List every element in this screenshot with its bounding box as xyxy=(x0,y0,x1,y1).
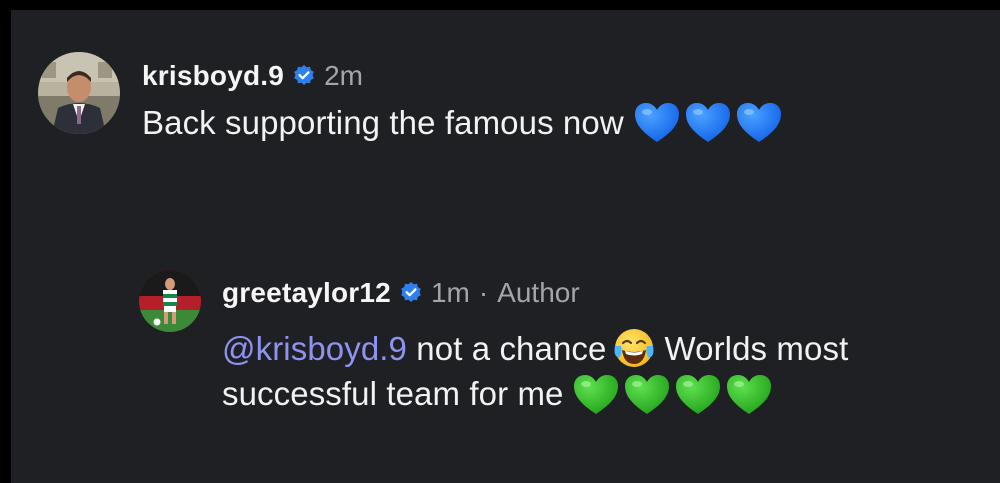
separator-dot: · xyxy=(478,277,489,308)
green-heart-icon xyxy=(625,374,670,414)
screenshot-frame: krisboyd.9 2m Back supporting the famous… xyxy=(11,10,1000,483)
comment-text: Back supporting the famous now xyxy=(142,102,962,146)
comment-meta: krisboyd.9 2m xyxy=(142,58,363,94)
avatar-image xyxy=(139,270,201,332)
author-label: Author xyxy=(497,277,580,308)
verified-badge-icon xyxy=(399,281,423,305)
comment-text: @krisboyd.9 not a chance Worlds most suc… xyxy=(222,328,942,418)
green-heart-icon xyxy=(676,374,721,414)
emoji-group xyxy=(573,374,772,416)
blue-heart-icon xyxy=(685,103,730,143)
verified-badge-icon xyxy=(292,64,316,88)
laughing-crying-emoji-icon xyxy=(614,329,654,368)
timestamp: 2m xyxy=(324,60,363,91)
green-heart-icon xyxy=(574,374,619,414)
mention-link[interactable]: @krisboyd.9 xyxy=(222,330,407,367)
blue-heart-icon xyxy=(736,103,781,143)
username[interactable]: krisboyd.9 xyxy=(142,60,284,92)
avatar[interactable] xyxy=(139,270,201,332)
emoji-group xyxy=(634,102,782,144)
avatar[interactable] xyxy=(38,52,120,134)
blue-heart-icon xyxy=(634,103,679,143)
timestamp: 1m xyxy=(430,277,470,308)
comment-body: Back supporting the famous now xyxy=(142,104,624,141)
green-heart-icon xyxy=(727,374,772,414)
avatar-image xyxy=(38,52,120,134)
comment-body-part1: not a chance xyxy=(416,330,607,367)
comment-meta: greetaylor12 1m · Author xyxy=(222,275,580,311)
username[interactable]: greetaylor12 xyxy=(222,277,391,309)
